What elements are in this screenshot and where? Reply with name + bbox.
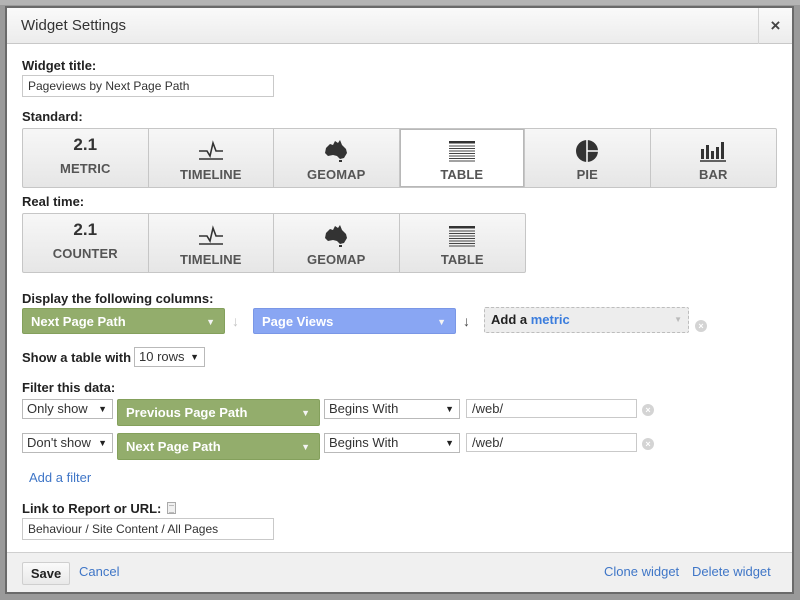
table-icon bbox=[448, 222, 476, 250]
counter-icon: 2.1 bbox=[73, 220, 98, 239]
caret-down-icon: ▼ bbox=[98, 404, 107, 414]
remove-filter-icon[interactable]: × bbox=[642, 404, 654, 416]
type-label: GEOMAP bbox=[307, 167, 366, 182]
filter-dimension-value: Previous Page Path bbox=[126, 405, 248, 420]
type-label: BAR bbox=[699, 167, 728, 182]
dimension-select[interactable]: Next Page Path ▼ bbox=[22, 308, 225, 334]
rows-select[interactable]: 10 rows ▼ bbox=[134, 347, 205, 367]
caret-down-icon: ▼ bbox=[301, 408, 310, 418]
rows-label: Show a table with bbox=[22, 350, 132, 365]
link-input[interactable]: Behaviour / Site Content / All Pages bbox=[22, 518, 274, 540]
filter-mode-select[interactable]: Only show ▼ bbox=[22, 399, 113, 419]
realtime-label: Real time: bbox=[22, 194, 85, 209]
caret-down-icon: ▼ bbox=[445, 438, 454, 448]
standard-metric-button[interactable]: 2.1 METRIC bbox=[23, 129, 149, 187]
sort-arrow-icon[interactable]: ↓ bbox=[463, 313, 470, 329]
filter-condition-select[interactable]: Begins With ▼ bbox=[324, 433, 460, 453]
realtime-geomap-button[interactable]: GEOMAP bbox=[274, 214, 400, 272]
realtime-counter-button[interactable]: 2.1 COUNTER bbox=[23, 214, 149, 272]
standard-table-button[interactable]: TABLE bbox=[399, 129, 525, 187]
filter-mode-value: Only show bbox=[27, 401, 88, 416]
close-icon: × bbox=[770, 16, 781, 35]
pie-chart-icon bbox=[575, 137, 599, 165]
realtime-timeline-button[interactable]: TIMELINE bbox=[149, 214, 274, 272]
dialog-header: Widget Settings × bbox=[7, 8, 792, 44]
rows-value: 10 rows bbox=[139, 349, 185, 364]
add-metric-select[interactable]: Add a metric ▼ bbox=[484, 307, 689, 333]
sort-arrow-icon[interactable]: ↓ bbox=[232, 313, 239, 329]
add-metric-prefix: Add a bbox=[491, 312, 528, 327]
remove-filter-icon[interactable]: × bbox=[642, 438, 654, 450]
type-label: GEOMAP bbox=[307, 252, 366, 267]
filter-condition-value: Begins With bbox=[329, 435, 399, 450]
filter-label: Filter this data: bbox=[22, 380, 116, 395]
link-label: Link to Report or URL: bbox=[22, 501, 162, 516]
delete-widget-link[interactable]: Delete widget bbox=[692, 564, 771, 579]
filter-condition-select[interactable]: Begins With ▼ bbox=[324, 399, 460, 419]
realtime-type-group: 2.1 COUNTER TIMELINE GEOMAP TABLE bbox=[22, 213, 526, 273]
bar-chart-icon bbox=[699, 137, 727, 165]
filter-dimension-select[interactable]: Previous Page Path ▼ bbox=[117, 399, 320, 426]
timeline-icon bbox=[197, 222, 225, 250]
filter-value-input[interactable]: /web/ bbox=[466, 399, 637, 418]
dialog-title: Widget Settings bbox=[21, 17, 127, 34]
type-label: TABLE bbox=[440, 167, 484, 182]
type-label: TABLE bbox=[440, 252, 484, 267]
standard-timeline-button[interactable]: TIMELINE bbox=[149, 129, 274, 187]
filter-condition-value: Begins With bbox=[329, 401, 399, 416]
metric-value: Page Views bbox=[262, 314, 334, 329]
type-label: COUNTER bbox=[52, 246, 118, 261]
type-label: TIMELINE bbox=[180, 167, 242, 182]
caret-down-icon: ▼ bbox=[98, 438, 107, 448]
remove-metric-icon[interactable]: × bbox=[695, 320, 707, 332]
filter-mode-value: Don't show bbox=[27, 435, 91, 450]
standard-type-group: 2.1 METRIC TIMELINE GEOMAP TABLE PIE BAR bbox=[22, 128, 777, 188]
standard-label: Standard: bbox=[22, 109, 83, 124]
filter-mode-select[interactable]: Don't show ▼ bbox=[22, 433, 113, 453]
columns-label: Display the following columns: bbox=[22, 291, 214, 306]
widget-title-input[interactable]: Pageviews by Next Page Path bbox=[22, 75, 274, 97]
cancel-link[interactable]: Cancel bbox=[79, 564, 119, 579]
australia-map-icon bbox=[323, 222, 349, 250]
add-metric-link: metric bbox=[530, 312, 570, 327]
metric-icon: 2.1 bbox=[73, 135, 98, 154]
report-picker-icon[interactable] bbox=[167, 502, 176, 514]
caret-down-icon: ▼ bbox=[437, 317, 446, 327]
caret-down-icon: ▼ bbox=[301, 442, 310, 452]
filter-value-input[interactable]: /web/ bbox=[466, 433, 637, 452]
background-page bbox=[0, 0, 800, 5]
close-button[interactable]: × bbox=[758, 8, 792, 44]
filter-dimension-select[interactable]: Next Page Path ▼ bbox=[117, 433, 320, 460]
standard-geomap-button[interactable]: GEOMAP bbox=[274, 129, 400, 187]
dimension-value: Next Page Path bbox=[31, 314, 126, 329]
widget-settings-dialog: Widget Settings × Widget title: Pageview… bbox=[5, 6, 794, 594]
widget-title-label: Widget title: bbox=[22, 58, 97, 73]
caret-down-icon: ▼ bbox=[206, 317, 215, 327]
metric-select[interactable]: Page Views ▼ bbox=[253, 308, 456, 334]
type-label: TIMELINE bbox=[180, 252, 242, 267]
add-filter-link[interactable]: Add a filter bbox=[29, 470, 91, 485]
standard-pie-button[interactable]: PIE bbox=[525, 129, 651, 187]
clone-widget-link[interactable]: Clone widget bbox=[604, 564, 679, 579]
australia-map-icon bbox=[323, 137, 349, 165]
save-button[interactable]: Save bbox=[22, 562, 70, 585]
caret-down-icon: ▼ bbox=[190, 352, 199, 362]
dialog-footer: Save Cancel Clone widget Delete widget bbox=[7, 552, 792, 592]
filter-dimension-value: Next Page Path bbox=[126, 439, 221, 454]
caret-down-icon: ▼ bbox=[445, 404, 454, 414]
table-icon bbox=[448, 137, 476, 165]
caret-down-icon: ▼ bbox=[674, 315, 682, 324]
type-label: METRIC bbox=[60, 161, 111, 176]
timeline-icon bbox=[197, 137, 225, 165]
standard-bar-button[interactable]: BAR bbox=[651, 129, 777, 187]
type-label: PIE bbox=[576, 167, 598, 182]
realtime-table-button[interactable]: TABLE bbox=[400, 214, 526, 272]
